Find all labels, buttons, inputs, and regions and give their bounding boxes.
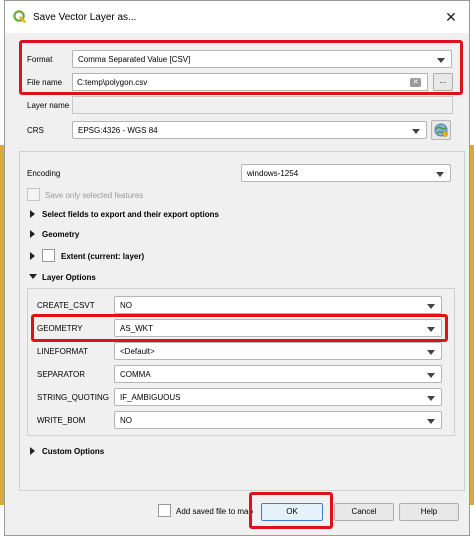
- layer-option-name: GEOMETRY: [37, 324, 83, 333]
- chevron-down-icon: [412, 129, 420, 134]
- extent-checkbox[interactable]: [42, 249, 55, 262]
- chevron-down-icon: [437, 58, 445, 63]
- save-selected-label: Save only selected features: [45, 191, 144, 200]
- layer-name-label: Layer name: [27, 101, 70, 110]
- encoding-label: Encoding: [27, 169, 61, 178]
- help-button-label: Help: [420, 507, 438, 516]
- layer-option-value: <Default>: [120, 347, 155, 356]
- chevron-down-icon: [427, 304, 435, 309]
- chevron-down-icon: [427, 327, 435, 332]
- layer-option-value: NO: [120, 416, 132, 425]
- format-value: Comma Separated Value [CSV]: [78, 55, 191, 64]
- section-layer-options[interactable]: Layer Options: [42, 273, 96, 282]
- file-name-label: File name: [27, 78, 63, 87]
- window-title: Save Vector Layer as...: [33, 12, 137, 23]
- layer-option-name: SEPARATOR: [37, 370, 86, 379]
- help-button[interactable]: Help: [399, 503, 459, 521]
- save-selected-checkbox[interactable]: [27, 188, 40, 201]
- cancel-button-label: Cancel: [351, 507, 377, 516]
- layer-option-name: LINEFORMAT: [37, 347, 88, 356]
- crs-select[interactable]: EPSG:4326 - WGS 84: [72, 121, 427, 139]
- layer-option-value: NO: [120, 301, 132, 310]
- layer-option-name: WRITE_BOM: [37, 416, 86, 425]
- encoding-select[interactable]: windows-1254: [241, 164, 451, 182]
- background-strip-right: [470, 145, 474, 505]
- layer-option-select[interactable]: NO: [114, 411, 442, 429]
- section-extent[interactable]: Extent (current: layer): [61, 252, 144, 261]
- crs-select-button[interactable]: [431, 120, 451, 140]
- title-bar: Save Vector Layer as... ✕: [5, 1, 469, 33]
- close-icon[interactable]: ✕: [441, 7, 461, 27]
- format-select[interactable]: Comma Separated Value [CSV]: [72, 50, 452, 68]
- chevron-down-icon: [427, 373, 435, 378]
- expand-arrow-icon[interactable]: [30, 447, 35, 455]
- format-label: Format: [27, 55, 53, 64]
- expand-arrow-icon[interactable]: [30, 210, 35, 218]
- globe-icon: [434, 123, 448, 137]
- browse-button-label: ...: [439, 76, 447, 85]
- layer-option-value: AS_WKT: [120, 324, 153, 333]
- layer-option-select[interactable]: AS_WKT: [114, 319, 442, 337]
- ok-button[interactable]: OK: [261, 503, 323, 521]
- chevron-down-icon: [436, 172, 444, 177]
- clear-icon[interactable]: ✕: [410, 78, 421, 87]
- expand-arrow-icon[interactable]: [30, 230, 35, 238]
- file-name-input[interactable]: C:temp\polygon.csv ✕: [72, 73, 428, 91]
- layer-option-select[interactable]: NO: [114, 296, 442, 314]
- chevron-down-icon: [427, 396, 435, 401]
- ok-button-label: OK: [286, 507, 298, 516]
- expand-arrow-icon[interactable]: [30, 252, 35, 260]
- section-select-fields[interactable]: Select fields to export and their export…: [42, 210, 219, 219]
- save-vector-layer-dialog: Save Vector Layer as... ✕ Format Comma S…: [4, 0, 470, 536]
- layer-option-select[interactable]: COMMA: [114, 365, 442, 383]
- layer-option-select[interactable]: <Default>: [114, 342, 442, 360]
- encoding-value: windows-1254: [247, 169, 299, 178]
- collapse-arrow-icon[interactable]: [29, 274, 37, 279]
- crs-label: CRS: [27, 126, 44, 135]
- file-name-value: C:temp\polygon.csv: [77, 78, 148, 87]
- layer-option-name: CREATE_CSVT: [37, 301, 95, 310]
- layer-option-value: COMMA: [120, 370, 151, 379]
- add-to-map-checkbox[interactable]: [158, 504, 171, 517]
- chevron-down-icon: [427, 419, 435, 424]
- layer-name-input: [72, 96, 453, 114]
- crs-value: EPSG:4326 - WGS 84: [78, 126, 158, 135]
- add-to-map-label: Add saved file to map: [176, 507, 253, 516]
- layer-option-value: IF_AMBIGUOUS: [120, 393, 181, 402]
- cancel-button[interactable]: Cancel: [334, 503, 394, 521]
- chevron-down-icon: [427, 350, 435, 355]
- section-custom-options[interactable]: Custom Options: [42, 447, 104, 456]
- qgis-logo-icon: [13, 10, 26, 23]
- browse-button[interactable]: ...: [433, 73, 453, 91]
- section-geometry[interactable]: Geometry: [42, 230, 79, 239]
- layer-option-name: STRING_QUOTING: [37, 393, 110, 402]
- layer-option-select[interactable]: IF_AMBIGUOUS: [114, 388, 442, 406]
